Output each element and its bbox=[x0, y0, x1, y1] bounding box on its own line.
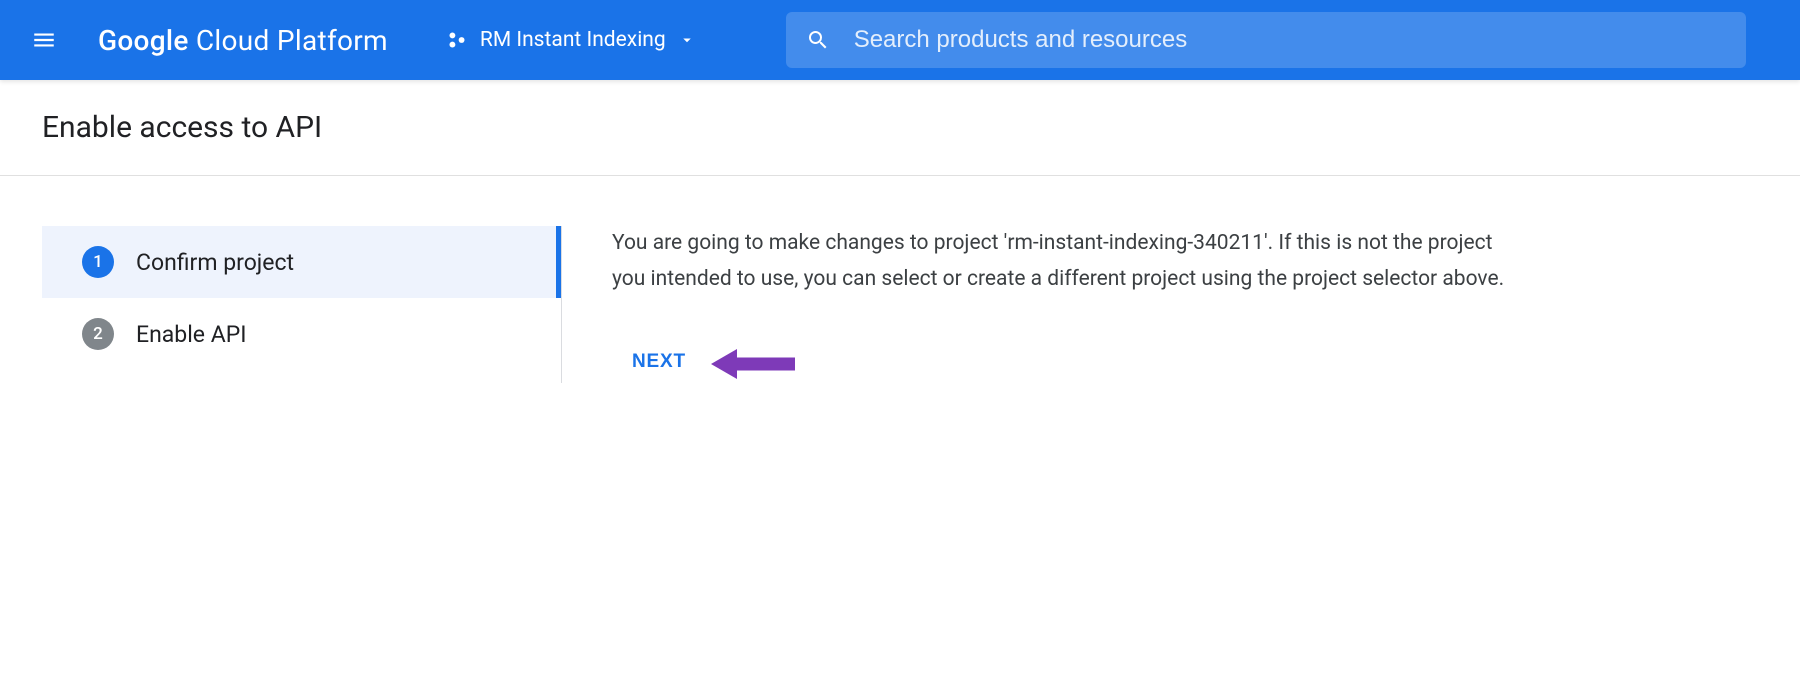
chevron-down-icon bbox=[678, 31, 696, 49]
next-button[interactable]: NEXT bbox=[616, 343, 702, 381]
page-title: Enable access to API bbox=[0, 80, 1800, 176]
step-number: 2 bbox=[82, 318, 114, 350]
hamburger-icon bbox=[31, 27, 57, 53]
annotation-arrow-icon bbox=[707, 345, 797, 383]
project-selector-label: RM Instant Indexing bbox=[480, 28, 666, 52]
project-icon bbox=[446, 29, 468, 51]
step-content-panel: You are going to make changes to project… bbox=[602, 226, 1522, 383]
main-content: 1 Confirm project 2 Enable API You are g… bbox=[0, 176, 1800, 423]
next-button-row: NEXT bbox=[612, 343, 1522, 382]
confirm-project-description: You are going to make changes to project… bbox=[612, 226, 1522, 297]
search-container[interactable] bbox=[786, 12, 1746, 68]
step-enable-api[interactable]: 2 Enable API bbox=[42, 298, 561, 370]
app-header: Google Cloud Platform RM Instant Indexin… bbox=[0, 0, 1800, 80]
step-label: Confirm project bbox=[136, 249, 294, 276]
step-label: Enable API bbox=[136, 321, 246, 348]
stepper-sidebar: 1 Confirm project 2 Enable API bbox=[42, 226, 562, 383]
search-icon bbox=[806, 28, 830, 52]
platform-name-rest: Cloud Platform bbox=[189, 24, 388, 57]
step-number: 1 bbox=[82, 246, 114, 278]
platform-logo-text[interactable]: Google Cloud Platform bbox=[98, 24, 388, 57]
hamburger-menu-button[interactable] bbox=[20, 16, 68, 64]
step-confirm-project[interactable]: 1 Confirm project bbox=[42, 226, 561, 298]
platform-name-strong: Google bbox=[98, 24, 189, 57]
search-input[interactable] bbox=[854, 26, 1726, 54]
project-selector-button[interactable]: RM Instant Indexing bbox=[436, 22, 706, 58]
